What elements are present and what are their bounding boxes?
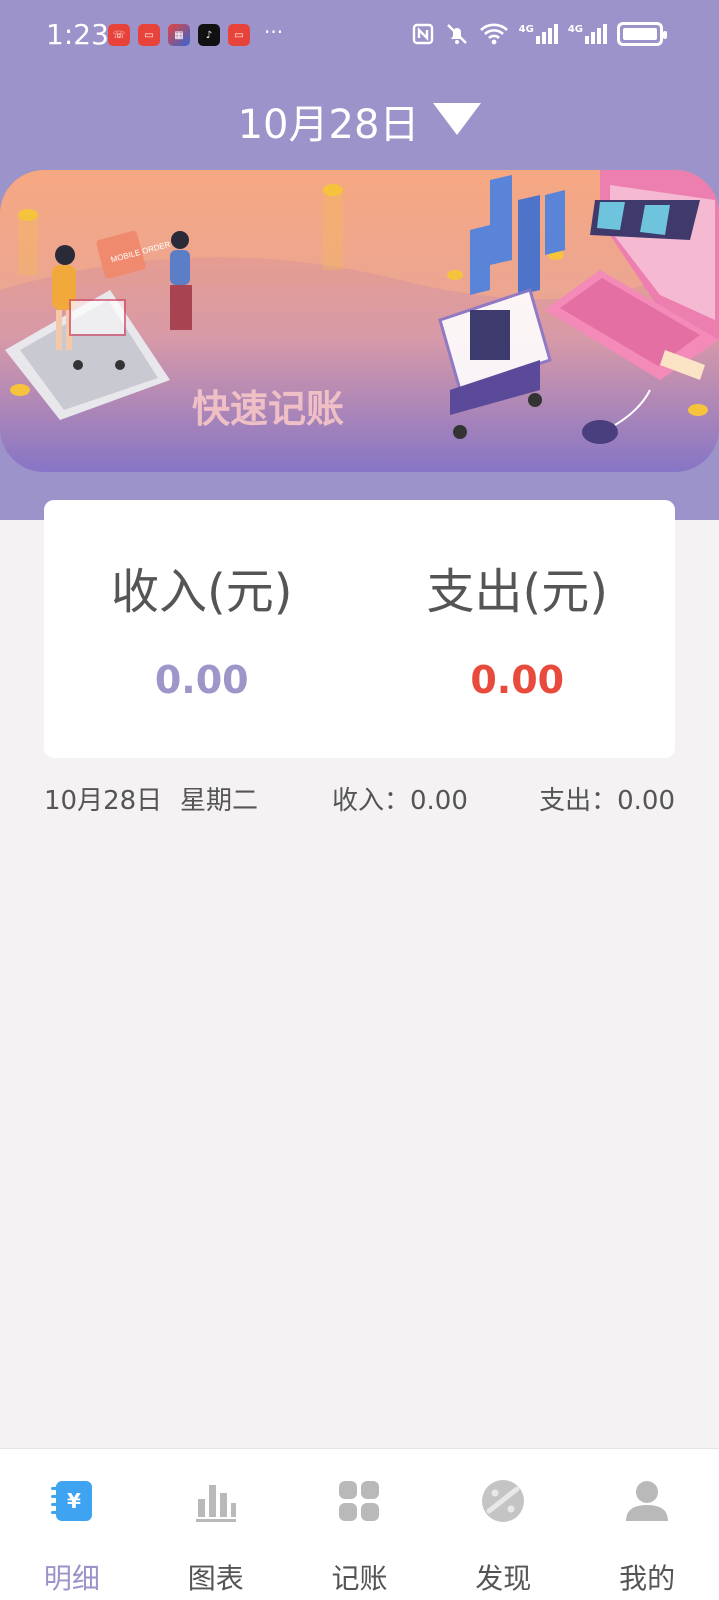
battery-icon [617, 22, 667, 46]
date-title: 10月28日 [237, 102, 420, 148]
day-weekday: 星期二 [180, 786, 259, 816]
more-notifications-icon: ··· [264, 20, 284, 44]
income-label: 收入(元) [111, 564, 293, 620]
income-value: 0.00 [154, 658, 249, 702]
tab-label: 明细 [43, 1562, 100, 1595]
tab-label: 记账 [331, 1562, 388, 1595]
tab-profile[interactable]: 我的 [575, 1449, 719, 1600]
expense-summary: 支出(元) 0.00 [360, 552, 676, 702]
app-notification-icon: ▭ [228, 24, 250, 46]
tab-details[interactable]: ¥ 明细 [0, 1449, 144, 1600]
income-summary: 收入(元) 0.00 [44, 552, 360, 702]
coin-icon [688, 404, 708, 416]
day-summary-row: 10月28日 星期二 收入：0.00 支出：0.00 [44, 780, 675, 820]
bottom-tab-bar: ¥ 明细 图表 记账 发现 我的 [0, 1448, 719, 1600]
mute-icon [446, 24, 467, 44]
signal-icon: 4G [568, 24, 607, 44]
promo-banner[interactable]: MOBILE ORDER 快速记账 [0, 170, 719, 472]
tab-record[interactable]: 记账 [288, 1449, 432, 1600]
dropdown-caret-icon [433, 103, 482, 135]
summary-card: 收入(元) 0.00 支出(元) 0.00 [44, 500, 675, 758]
svg-text:¥: ¥ [67, 1489, 81, 1513]
app-notification-icon: ▦ [168, 24, 190, 46]
system-icons: 4G 4G [411, 22, 667, 46]
expense-label: 支出(元) [426, 564, 608, 620]
chart-icon [195, 1485, 236, 1522]
coin-icon [323, 184, 343, 270]
nfc-icon [412, 23, 433, 45]
ledger-icon: ¥ [50, 1481, 92, 1521]
coin-icon [18, 209, 38, 275]
banner-illustration: MOBILE ORDER 快速记账 [0, 170, 719, 472]
tab-chart[interactable]: 图表 [144, 1449, 288, 1600]
wifi-icon [479, 23, 508, 45]
coin-icon [10, 384, 30, 396]
network-type-label: 4G [518, 24, 534, 35]
banner-title: 快速记账 [192, 387, 344, 431]
tab-label: 发现 [475, 1562, 532, 1595]
tab-label: 我的 [619, 1562, 676, 1595]
notification-icons: ☏ ▭ ▦ ♪ ▭ ··· [108, 20, 283, 46]
date-selector[interactable]: 10月28日 [0, 92, 719, 150]
tab-discover[interactable]: 发现 [431, 1449, 575, 1600]
day-date: 10月28日 [44, 786, 163, 816]
person-icon [626, 1481, 669, 1521]
day-expense: 支出：0.00 [539, 786, 675, 816]
tiktok-notification-icon: ♪ [198, 24, 220, 46]
app-notification-icon: ▭ [138, 24, 160, 46]
status-time: 1:23 [46, 18, 109, 51]
day-income: 收入：0.00 [332, 786, 468, 816]
network-type-label: 4G [567, 24, 583, 35]
status-bar: 1:23 ☏ ▭ ▦ ♪ ▭ ··· 4G 4G [0, 0, 719, 75]
palette-icon [482, 1480, 525, 1522]
tab-label: 图表 [187, 1562, 244, 1595]
grid-icon [339, 1481, 380, 1521]
coin-icon [447, 270, 463, 280]
expense-value: 0.00 [470, 658, 565, 702]
missed-call-notification-icon: ☏ [108, 24, 130, 46]
signal-icon: 4G [519, 24, 558, 44]
